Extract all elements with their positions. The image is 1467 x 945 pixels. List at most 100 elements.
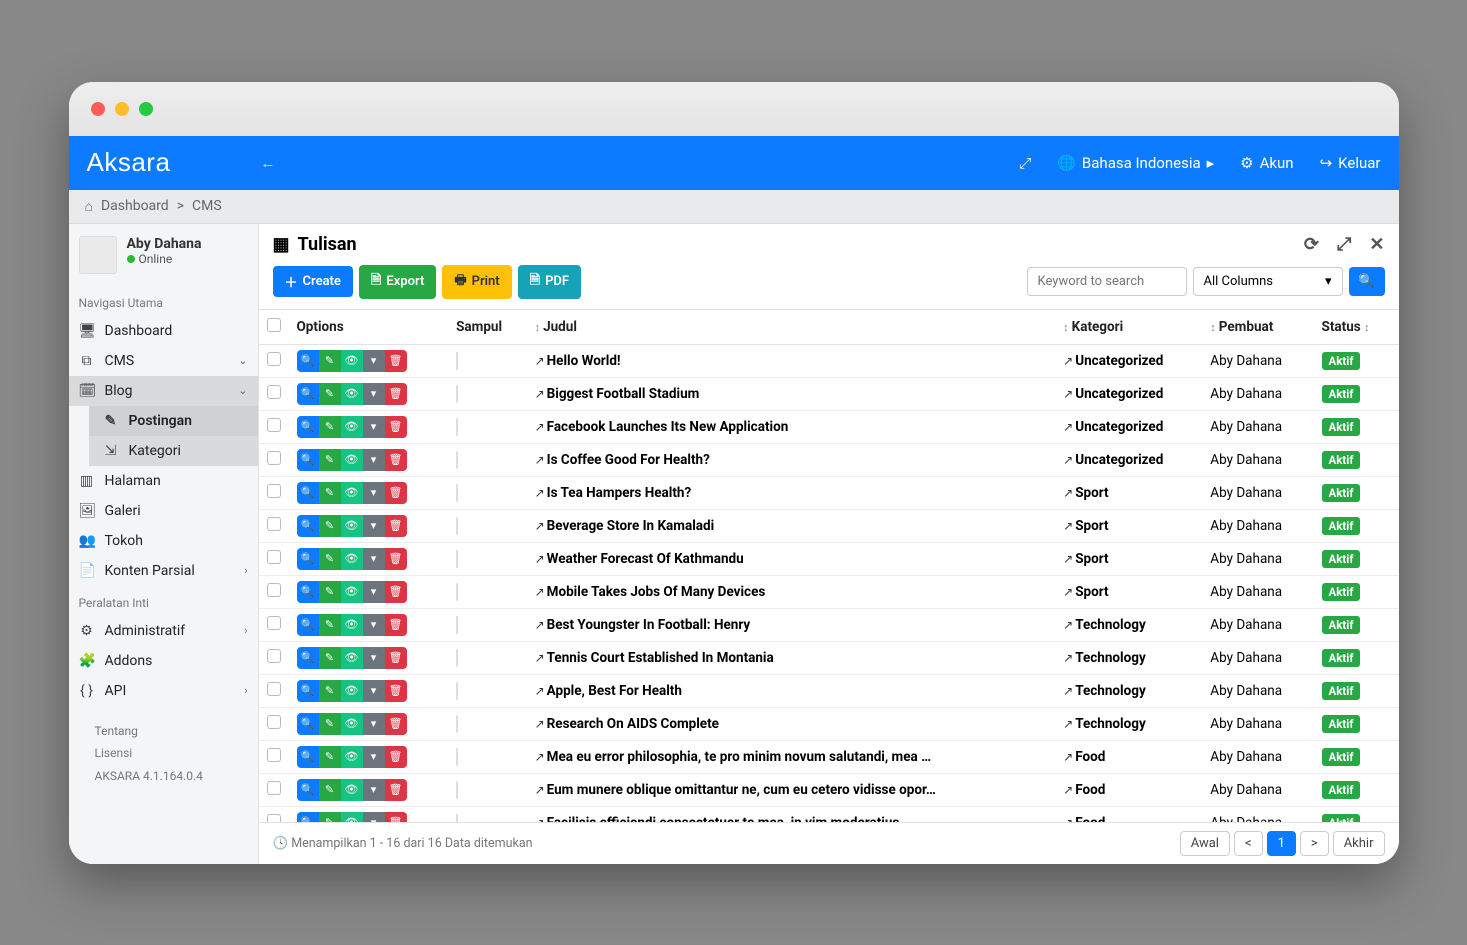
more-icon[interactable]: ▾ (363, 548, 385, 570)
view-icon[interactable]: 🔍 (297, 416, 319, 438)
traffic-light-max[interactable] (139, 102, 153, 116)
breadcrumb-dashboard[interactable]: Dashboard (101, 198, 169, 214)
nav-blog[interactable]: 🗓Blog⌄ (69, 376, 258, 406)
view-icon[interactable]: 🔍 (297, 449, 319, 471)
row-category[interactable]: Food (1075, 815, 1105, 822)
select-all-checkbox[interactable] (267, 318, 281, 332)
delete-icon[interactable]: 🗑 (385, 812, 407, 822)
delete-icon[interactable]: 🗑 (385, 515, 407, 537)
row-category[interactable]: Sport (1075, 485, 1108, 501)
view-icon[interactable]: 🔍 (297, 680, 319, 702)
more-icon[interactable]: ▾ (363, 713, 385, 735)
edit-icon[interactable]: ✎ (319, 647, 341, 669)
more-icon[interactable]: ▾ (363, 482, 385, 504)
delete-icon[interactable]: 🗑 (385, 647, 407, 669)
view-icon[interactable]: 🔍 (297, 350, 319, 372)
row-checkbox[interactable] (267, 814, 281, 822)
row-title[interactable]: Hello World! (547, 353, 621, 369)
more-icon[interactable]: ▾ (363, 350, 385, 372)
row-title[interactable]: Mobile Takes Jobs Of Many Devices (547, 584, 766, 600)
visibility-icon[interactable]: 👁 (341, 449, 363, 471)
col-sampul[interactable]: Sampul (448, 310, 526, 345)
expand-icon[interactable]: ⤢ (1337, 234, 1351, 255)
row-title[interactable]: Best Youngster In Football: Henry (547, 617, 751, 633)
nav-galeri[interactable]: 🖼Galeri (69, 496, 258, 526)
visibility-icon[interactable]: 👁 (341, 680, 363, 702)
close-icon[interactable]: ✕ (1369, 234, 1384, 255)
edit-icon[interactable]: ✎ (319, 614, 341, 636)
edit-icon[interactable]: ✎ (319, 416, 341, 438)
row-title[interactable]: Eum munere oblique omittantur ne, cum eu… (547, 782, 936, 798)
edit-icon[interactable]: ✎ (319, 746, 341, 768)
more-icon[interactable]: ▾ (363, 614, 385, 636)
brand[interactable]: Aksara (87, 147, 171, 178)
col-status[interactable]: Status ↕ (1314, 310, 1399, 345)
row-checkbox[interactable] (267, 748, 281, 762)
back-arrow-icon[interactable]: ← (260, 154, 275, 172)
edit-icon[interactable]: ✎ (319, 515, 341, 537)
row-checkbox[interactable] (267, 451, 281, 465)
edit-icon[interactable]: ✎ (319, 482, 341, 504)
breadcrumb-cms[interactable]: CMS (192, 198, 222, 214)
more-icon[interactable]: ▾ (363, 647, 385, 669)
row-checkbox[interactable] (267, 781, 281, 795)
more-icon[interactable]: ▾ (363, 383, 385, 405)
search-button[interactable]: 🔍 (1349, 267, 1385, 296)
row-title[interactable]: Apple, Best For Health (547, 683, 682, 699)
view-icon[interactable]: 🔍 (297, 581, 319, 603)
view-icon[interactable]: 🔍 (297, 614, 319, 636)
edit-icon[interactable]: ✎ (319, 449, 341, 471)
edit-icon[interactable]: ✎ (319, 548, 341, 570)
nav-postingan[interactable]: ✎Postingan (89, 406, 258, 436)
row-category[interactable]: Uncategorized (1075, 386, 1163, 402)
nav-tokoh[interactable]: 👥Tokoh (69, 526, 258, 556)
row-checkbox[interactable] (267, 616, 281, 630)
visibility-icon[interactable]: 👁 (341, 614, 363, 636)
page-prev[interactable]: < (1234, 831, 1263, 856)
delete-icon[interactable]: 🗑 (385, 449, 407, 471)
row-checkbox[interactable] (267, 418, 281, 432)
row-title[interactable]: Research On AIDS Complete (547, 716, 719, 732)
delete-icon[interactable]: 🗑 (385, 383, 407, 405)
export-button[interactable]: 🗎 Export (359, 265, 436, 299)
row-checkbox[interactable] (267, 583, 281, 597)
delete-icon[interactable]: 🗑 (385, 680, 407, 702)
delete-icon[interactable]: 🗑 (385, 779, 407, 801)
edit-icon[interactable]: ✎ (319, 680, 341, 702)
row-category[interactable]: Technology (1075, 683, 1146, 699)
edit-icon[interactable]: ✎ (319, 812, 341, 822)
row-category[interactable]: Food (1075, 749, 1105, 765)
more-icon[interactable]: ▾ (363, 416, 385, 438)
row-title[interactable]: Mea eu error philosophia, te pro minim n… (547, 749, 931, 765)
traffic-light-min[interactable] (115, 102, 129, 116)
visibility-icon[interactable]: 👁 (341, 383, 363, 405)
traffic-light-close[interactable] (91, 102, 105, 116)
row-title[interactable]: Is Coffee Good For Health? (547, 452, 710, 468)
row-title[interactable]: Facilisis efficiendi consectetuer te mea… (547, 815, 913, 822)
more-icon[interactable]: ▾ (363, 746, 385, 768)
delete-icon[interactable]: 🗑 (385, 746, 407, 768)
row-category[interactable]: Uncategorized (1075, 353, 1163, 369)
col-pembuat[interactable]: ↕Pembuat (1202, 310, 1313, 345)
row-category[interactable]: Technology (1075, 716, 1146, 732)
row-title[interactable]: Is Tea Hampers Health? (547, 485, 692, 501)
row-category[interactable]: Sport (1075, 584, 1108, 600)
visibility-icon[interactable]: 👁 (341, 482, 363, 504)
delete-icon[interactable]: 🗑 (385, 713, 407, 735)
row-title[interactable]: Biggest Football Stadium (547, 386, 700, 402)
more-icon[interactable]: ▾ (363, 581, 385, 603)
license-link[interactable]: Lisensi (95, 742, 232, 765)
row-category[interactable]: Uncategorized (1075, 452, 1163, 468)
row-category[interactable]: Technology (1075, 617, 1146, 633)
nav-api[interactable]: { }API› (69, 676, 258, 706)
visibility-icon[interactable]: 👁 (341, 746, 363, 768)
row-title[interactable]: Facebook Launches Its New Application (547, 419, 789, 435)
visibility-icon[interactable]: 👁 (341, 647, 363, 669)
delete-icon[interactable]: 🗑 (385, 581, 407, 603)
row-category[interactable]: Uncategorized (1075, 419, 1163, 435)
col-kategori[interactable]: ↕Kategori (1055, 310, 1202, 345)
visibility-icon[interactable]: 👁 (341, 779, 363, 801)
more-icon[interactable]: ▾ (363, 779, 385, 801)
nav-konten-parsial[interactable]: 📄Konten Parsial› (69, 556, 258, 586)
view-icon[interactable]: 🔍 (297, 746, 319, 768)
